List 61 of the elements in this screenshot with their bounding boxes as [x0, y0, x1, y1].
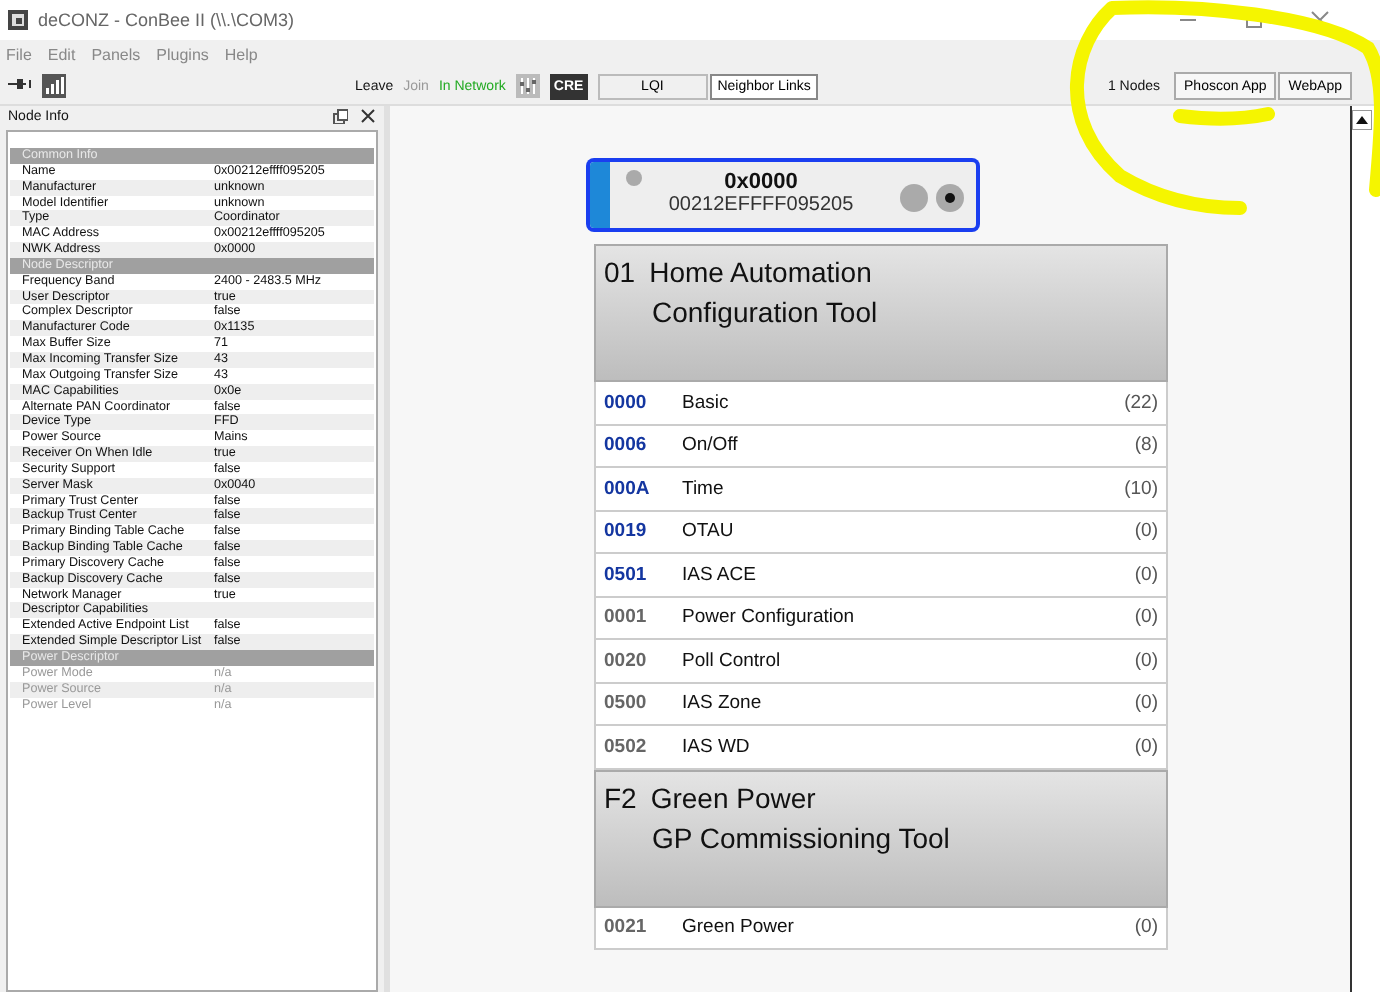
cluster-name: Poll Control — [682, 649, 783, 672]
attribute-count: (10) — [1124, 477, 1158, 500]
cluster-row[interactable]: 0502 IAS WD (0) — [594, 726, 1168, 769]
attribute-count: (8) — [1134, 434, 1158, 457]
scroll-up-icon[interactable] — [1352, 110, 1372, 130]
cluster-id: 000A — [604, 477, 652, 500]
cluster-name: OTAU — [682, 520, 736, 543]
cluster-name: IAS WD — [682, 735, 752, 758]
attribute-count: (0) — [1134, 606, 1158, 629]
cluster-id: 0001 — [604, 606, 649, 629]
attribute-count: (22) — [1124, 391, 1158, 414]
node-stripe — [590, 162, 610, 228]
cluster-row[interactable]: 0500 IAS Zone (0) — [594, 683, 1168, 726]
cluster-row[interactable]: 0019 OTAU (0) — [594, 511, 1168, 554]
node-address: 0x0000 — [724, 170, 798, 194]
window-title: deCONZ - ConBee II (\\.\COM3) — [38, 10, 295, 30]
cluster-id: 0502 — [604, 735, 649, 758]
cluster-row[interactable]: 0000 Basic (22) — [594, 382, 1168, 425]
cluster-id: 0500 — [604, 692, 649, 715]
cluster-row[interactable]: 0006 On/Off (8) — [594, 425, 1168, 468]
node-card[interactable]: 0x0000 00212EFFFF095205 — [588, 160, 978, 230]
cluster-id: 0000 — [604, 391, 649, 414]
cluster-id: 0006 — [604, 434, 649, 457]
cluster-name: Basic — [682, 391, 731, 414]
cluster-id: 0021 — [604, 916, 649, 939]
app-icon — [8, 10, 28, 30]
node-mac: 00212EFFFF095205 — [668, 194, 854, 216]
cluster-row[interactable]: 000A Time (10) — [594, 468, 1168, 511]
endpoint-header[interactable]: F2 Green Power GP Commissioning Tool — [594, 769, 1168, 907]
cluster-row[interactable]: 0001 Power Configuration (0) — [594, 597, 1168, 640]
endpoint-number: F2 — [604, 781, 637, 813]
undock-icon[interactable] — [332, 108, 348, 124]
signal-icon[interactable] — [42, 74, 66, 98]
cluster-name: IAS Zone — [682, 692, 764, 715]
cluster-row[interactable]: 0501 IAS ACE (0) — [594, 554, 1168, 597]
endpoint-header[interactable]: 01 Home Automation Configuration Tool — [594, 244, 1168, 382]
attribute-count: (0) — [1134, 916, 1158, 939]
cluster-row[interactable]: 0021 Green Power (0) — [594, 907, 1168, 950]
cluster-id: 0501 — [604, 563, 649, 586]
status-dot-icon — [626, 170, 642, 186]
cluster-name: Power Configuration — [682, 606, 857, 629]
cluster-name: On/Off — [682, 434, 740, 457]
endpoint-profile: Green Power — [650, 781, 816, 813]
cluster-name: Green Power — [682, 916, 796, 939]
endpoint-device: Configuration Tool — [650, 296, 880, 328]
cluster-name: IAS ACE — [682, 563, 758, 586]
equalizer-icon[interactable] — [515, 74, 540, 98]
attribute-count: (0) — [1134, 692, 1158, 715]
attribute-count: (0) — [1134, 563, 1158, 586]
endpoint-device: GP Commissioning Tool — [650, 821, 952, 853]
endpoint-profile: Home Automation — [649, 256, 872, 288]
attribute-count: (0) — [1134, 735, 1158, 758]
cluster-name: Time — [682, 477, 726, 500]
socket-icon[interactable] — [936, 184, 964, 212]
endpoint-number: 01 — [604, 256, 636, 288]
close-icon[interactable] — [360, 108, 376, 124]
cluster-id: 0019 — [604, 520, 649, 543]
attribute-count: (0) — [1134, 649, 1158, 672]
attribute-count: (0) — [1134, 520, 1158, 543]
cluster-id: 0020 — [604, 649, 649, 672]
cluster-row[interactable]: 0020 Poll Control (0) — [594, 640, 1168, 683]
